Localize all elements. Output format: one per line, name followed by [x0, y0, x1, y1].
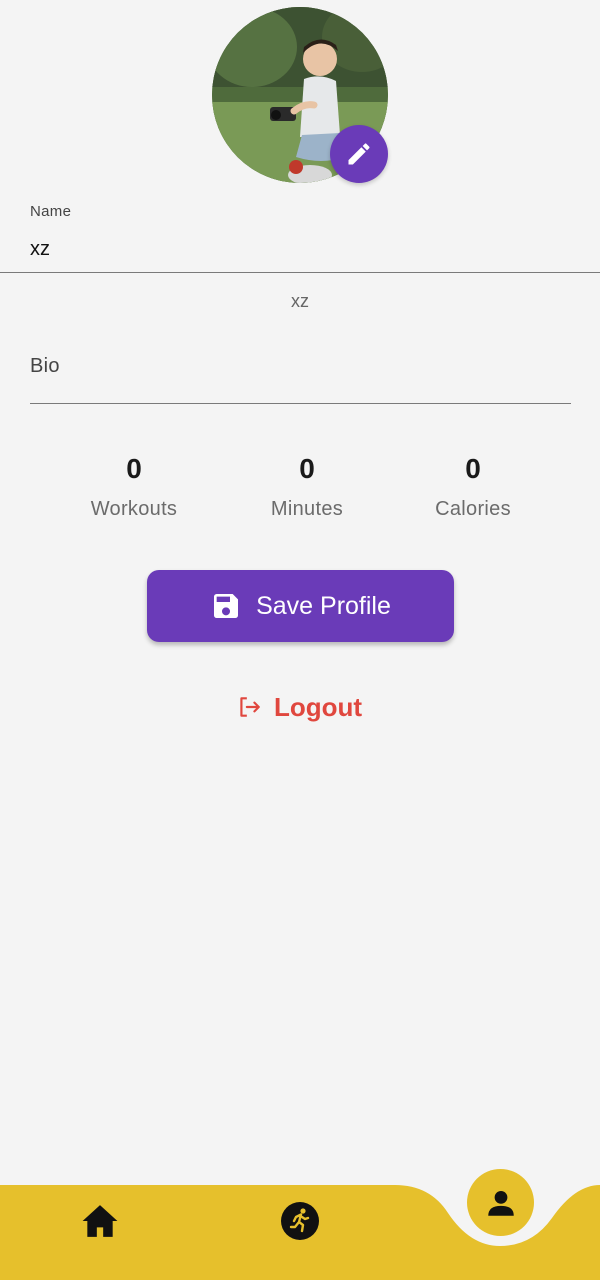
- stat-value: 0: [126, 453, 142, 484]
- edit-avatar-button[interactable]: [330, 125, 388, 183]
- name-field-label: Name: [30, 203, 72, 220]
- home-icon: [82, 1205, 118, 1237]
- avatar-container: [212, 7, 388, 183]
- stat-label: Workouts: [90, 498, 178, 520]
- bio-input[interactable]: Bio: [30, 355, 60, 378]
- logout-button[interactable]: Logout: [236, 688, 362, 726]
- stat-value: 0: [299, 453, 315, 484]
- stat-label: Minutes: [270, 498, 344, 520]
- person-icon: [487, 1190, 514, 1216]
- nav-profile[interactable]: [467, 1169, 534, 1236]
- nav-home[interactable]: [80, 1201, 120, 1241]
- stat-workouts: 0 Workouts: [64, 450, 204, 521]
- stat-value: 0: [465, 453, 481, 484]
- logout-label: Logout: [274, 691, 363, 722]
- profile-screen: Name xz xz Bio 0 Workouts 0 Minutes 0 Ca…: [0, 0, 600, 1280]
- logout-icon: [240, 697, 260, 717]
- running-icon: [281, 1202, 319, 1240]
- stat-calories: 0 Calories: [403, 450, 543, 521]
- name-field-underline: [0, 272, 600, 273]
- bio-field-underline: [30, 403, 571, 404]
- stat-minutes: 0 Minutes: [237, 450, 377, 521]
- stat-label: Calories: [435, 498, 511, 520]
- name-input[interactable]: xz: [30, 238, 50, 261]
- pencil-icon: [348, 143, 370, 165]
- nav-workout[interactable]: [280, 1201, 320, 1241]
- display-name: xz: [291, 291, 309, 311]
- floppy-disk-icon: [214, 594, 239, 618]
- save-profile-label: Save Profile: [256, 591, 391, 620]
- save-profile-button[interactable]: Save Profile: [147, 570, 454, 642]
